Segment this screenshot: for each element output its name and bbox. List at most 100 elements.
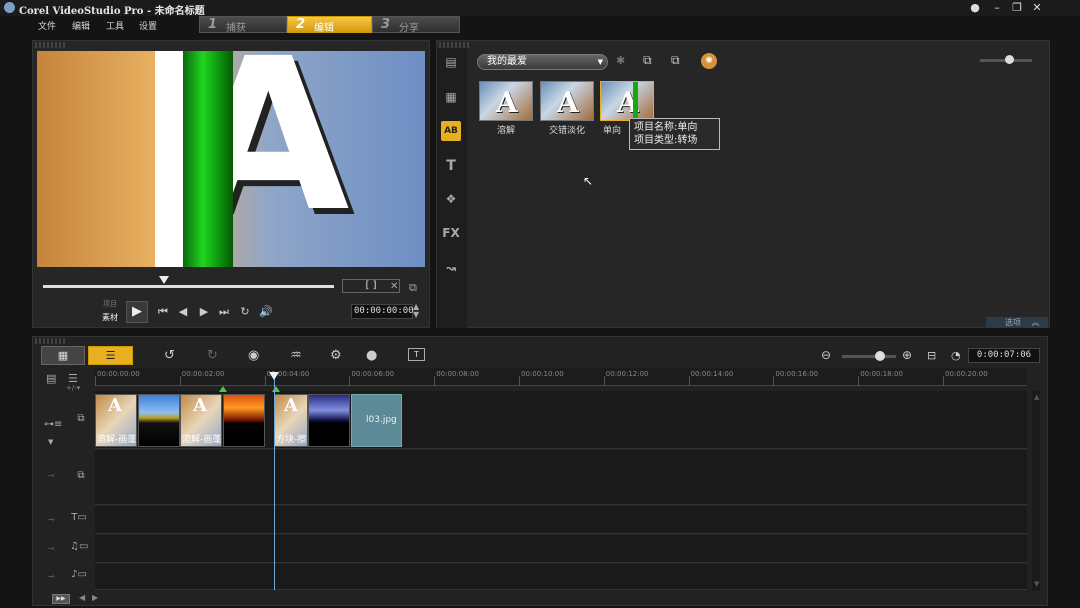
volume-icon[interactable]: 🔊 [258,304,274,320]
instant-project-icon[interactable]: ▦ [441,87,461,107]
title-icon[interactable]: T [441,156,461,176]
fit-project-icon[interactable]: ⊟ [927,349,936,362]
scrubber-track[interactable] [43,285,334,288]
music-track-icon[interactable]: ♪▭ [70,569,88,583]
zoom-slider-handle[interactable] [874,351,885,361]
step-label: 编辑 [314,23,334,34]
track-manager-icon[interactable]: ▤ [46,372,56,385]
menu-file[interactable]: 文件 [38,19,56,32]
scroll-up-icon[interactable]: ▲ [1034,393,1039,401]
menu-settings[interactable]: 设置 [139,19,157,32]
preview-window[interactable]: A [37,51,425,267]
scroll-right-icon[interactable]: ▶ [92,593,98,602]
overlay-track-icon[interactable]: ⧉ [72,470,90,484]
motion-tracking-icon[interactable]: ● [366,348,377,363]
options-button[interactable]: 选项 ︽ [986,317,1048,328]
playhead-line[interactable] [274,378,275,590]
scrubber-handle[interactable] [159,276,169,284]
mode-project-label[interactable]: 项目 [103,299,117,309]
step-share[interactable]: 3 分享 [372,16,460,34]
playhead-handle[interactable] [269,372,279,380]
add-favorite-icon[interactable]: ✱ [616,54,625,67]
restore-icon[interactable]: ● [968,1,982,15]
trim-close-icon[interactable]: ✕ [390,281,398,292]
menu-bar [0,16,1080,34]
timeline-timecode[interactable]: 0:00:07:06 [968,348,1040,363]
scroll-down-icon[interactable]: ▼ [1034,580,1039,588]
zoom-out-icon[interactable]: ⊖ [821,348,831,362]
timeline-view-button[interactable]: ☰ [88,346,133,365]
overlay-track[interactable] [95,450,1027,505]
image-clip[interactable]: l03.jpg [351,394,402,447]
zoom-slider[interactable] [842,355,896,358]
video-clip[interactable] [138,394,180,447]
enlarge-icon[interactable]: ⧉ [409,281,417,295]
filter-icon[interactable]: FX [441,223,461,243]
add-remove-track-icon[interactable]: +/-▾ [66,384,80,392]
scroll-left-icon[interactable]: ◀ [79,593,85,602]
record-capture-icon[interactable]: ◉ [248,348,259,363]
storyboard-view-button[interactable]: ▦ [41,346,85,365]
project-duration-icon[interactable]: ◔ [951,349,961,362]
close-icon[interactable]: ✕ [1030,1,1044,15]
settings-icon[interactable]: ✺ [701,53,717,69]
auto-music-icon[interactable]: ⚙ [330,348,342,363]
panel-grip[interactable] [35,338,65,344]
transition-clip[interactable]: A 方块-擦拭 [274,394,308,447]
next-frame-icon[interactable]: ▶ [196,304,212,320]
player-timecode[interactable]: 00:00:00:00 [351,304,414,319]
play-button[interactable]: ▶ [126,301,148,323]
timecode-spinner-icon[interactable]: ▲ ▼ [413,303,419,319]
transition-icon[interactable]: AB [441,121,461,141]
maximize-icon[interactable]: ❐ [1010,1,1024,15]
menu-tools[interactable]: 工具 [106,19,124,32]
library-item-single[interactable]: A [600,81,654,121]
link-icon[interactable]: ⊸ [48,572,55,581]
link-icon[interactable]: ⊸ [48,471,55,480]
library-category-dropdown[interactable]: 我的最爱 ▼ [477,54,608,70]
apply-transition-audio-icon[interactable]: ⧉ [671,53,680,68]
ruler-tick-mark [95,376,96,386]
track-expand-icon[interactable]: ▼ [48,438,53,446]
link-icon[interactable]: ⊸ [48,544,55,553]
transition-clip[interactable]: A 溶解-画蓬 [180,394,222,447]
video-clip[interactable] [308,394,350,447]
mode-clip-label[interactable]: 素材 [102,312,118,323]
step-capture[interactable]: 1 捕获 [199,16,287,34]
link-icon[interactable]: ⊸ [48,515,55,524]
thumbnail-size-handle[interactable] [1005,55,1014,64]
apply-transition-video-icon[interactable]: ⧉ [643,53,652,68]
undo-icon[interactable]: ↺ [164,348,175,363]
transition-wipe-bar [183,51,233,267]
graphic-icon[interactable]: ❖ [441,189,461,209]
link-track-icon[interactable]: ⊶≡ [44,419,62,433]
go-end-icon[interactable]: ⏭ [216,304,232,320]
zoom-in-icon[interactable]: ⊕ [902,348,912,362]
clip-label: 溶解-画蓬 [182,435,222,445]
library-item-dissolve[interactable]: A [479,81,533,121]
video-clip[interactable] [223,394,265,447]
subtitle-editor-icon[interactable]: T [408,348,425,361]
voice-track-icon[interactable]: ♫▭ [70,541,88,555]
path-icon[interactable]: ↝ [441,258,461,278]
voice-track[interactable] [95,535,1027,563]
timeline-vertical-scrollbar[interactable] [1032,391,1040,591]
sound-mixer-icon[interactable]: ♒ [290,348,302,363]
video-track-icon[interactable]: ⧉ [72,413,90,427]
timeline-scroll-control[interactable]: ▶▶ [52,594,70,604]
prev-frame-icon[interactable]: ◀ [175,304,191,320]
redo-icon[interactable]: ↻ [207,348,218,363]
title-track-icon[interactable]: T▭ [70,512,88,526]
repeat-icon[interactable]: ↻ [237,304,253,320]
title-track[interactable] [95,506,1027,534]
tooltip-type: 项目类型:转场 [634,135,698,146]
music-track[interactable] [95,564,1027,590]
minimize-icon[interactable]: – [990,1,1004,15]
menu-edit[interactable]: 编辑 [72,19,90,32]
transition-clip[interactable]: A 溶解-画蓬 [95,394,137,447]
media-icon[interactable]: ▤ [441,52,461,72]
step-edit[interactable]: 2 编辑 [287,16,372,34]
library-item-crossfade[interactable]: A [540,81,594,121]
panel-grip[interactable] [35,42,65,48]
go-start-icon[interactable]: ⏮ [155,304,171,320]
